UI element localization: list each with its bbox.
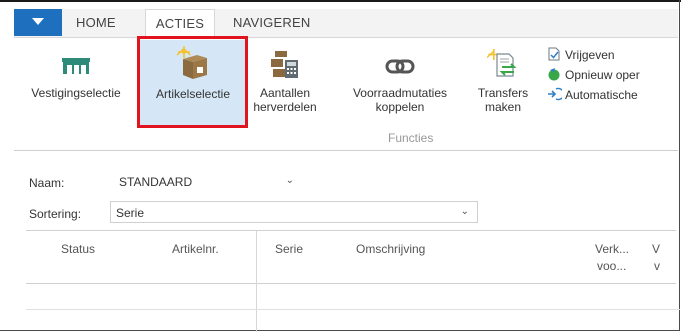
opnieuw-openen-label: Opnieuw oper bbox=[565, 68, 640, 82]
column-header-omschrijving[interactable]: Omschrijving bbox=[356, 242, 425, 256]
opnieuw-openen-button[interactable]: Opnieuw oper bbox=[546, 67, 640, 82]
table-row[interactable] bbox=[26, 309, 680, 310]
column-header-next[interactable]: V bbox=[652, 242, 660, 256]
sortering-value: Serie bbox=[116, 206, 145, 220]
transfers-label-line1: Transfers bbox=[477, 86, 529, 100]
vestigingselectie-label: Vestigingselectie bbox=[31, 86, 121, 100]
distribute-calculator-icon bbox=[271, 51, 298, 78]
automatische-button[interactable]: Automatische bbox=[546, 87, 638, 102]
arrow-in-icon bbox=[548, 87, 562, 101]
reopen-icon bbox=[548, 68, 560, 81]
highlight-box bbox=[137, 36, 248, 128]
transfers-label-line2: maken bbox=[484, 100, 522, 114]
automatische-label: Automatische bbox=[565, 88, 638, 102]
link-icon bbox=[385, 59, 415, 74]
voorraadmutaties-label-line2: koppelen bbox=[375, 100, 425, 114]
caret-down-icon bbox=[32, 18, 44, 25]
aantallen-label-line1: Aantallen bbox=[259, 86, 311, 100]
aantallen-label-line2: herverdelen bbox=[253, 100, 317, 114]
transfers-maken-button[interactable]: Transfers maken bbox=[466, 48, 540, 114]
tab-navigeren[interactable]: NAVIGEREN bbox=[233, 15, 310, 30]
chevron-down-icon: ⌄ bbox=[460, 206, 469, 217]
warehouse-icon bbox=[62, 58, 90, 74]
naam-dropdown[interactable]: STANDAARD ⌄ bbox=[113, 170, 303, 192]
column-header-status[interactable]: Status bbox=[61, 242, 95, 256]
column-header-serie[interactable]: Serie bbox=[275, 242, 303, 256]
column-separator bbox=[256, 231, 257, 332]
voorraadmutaties-koppelen-button[interactable]: Voorraadmutaties koppelen bbox=[336, 54, 464, 114]
group-label-functies: Functies bbox=[388, 131, 434, 145]
app-menu-button[interactable] bbox=[14, 9, 62, 36]
grid-header bbox=[26, 230, 676, 284]
vrijgeven-button[interactable]: Vrijgeven bbox=[546, 47, 615, 62]
sortering-label: Sortering: bbox=[29, 207, 82, 221]
column-header-artikelnr[interactable]: Artikelnr. bbox=[172, 242, 219, 256]
column-header-next-line2: v bbox=[654, 259, 660, 273]
voorraadmutaties-label-line1: Voorraadmutaties bbox=[352, 86, 448, 100]
new-transfer-icon bbox=[487, 49, 517, 77]
tab-acties[interactable]: ACTIES bbox=[145, 9, 215, 38]
naam-value: STANDAARD bbox=[119, 175, 193, 189]
column-header-verkoop-line2: voo... bbox=[597, 259, 627, 273]
sortering-dropdown[interactable]: Serie ⌄ bbox=[110, 201, 478, 223]
naam-label: Naam: bbox=[29, 176, 65, 190]
tab-home[interactable]: HOME bbox=[76, 15, 116, 30]
column-header-verkoop[interactable]: Verk... bbox=[595, 242, 629, 256]
chevron-down-icon: ⌄ bbox=[285, 175, 294, 186]
aantallen-herverdelen-button[interactable]: Aantallen herverdelen bbox=[245, 48, 325, 114]
vrijgeven-label: Vrijgeven bbox=[565, 48, 615, 62]
release-document-icon bbox=[548, 47, 560, 61]
vestigingselectie-button[interactable]: Vestigingselectie bbox=[16, 52, 136, 100]
